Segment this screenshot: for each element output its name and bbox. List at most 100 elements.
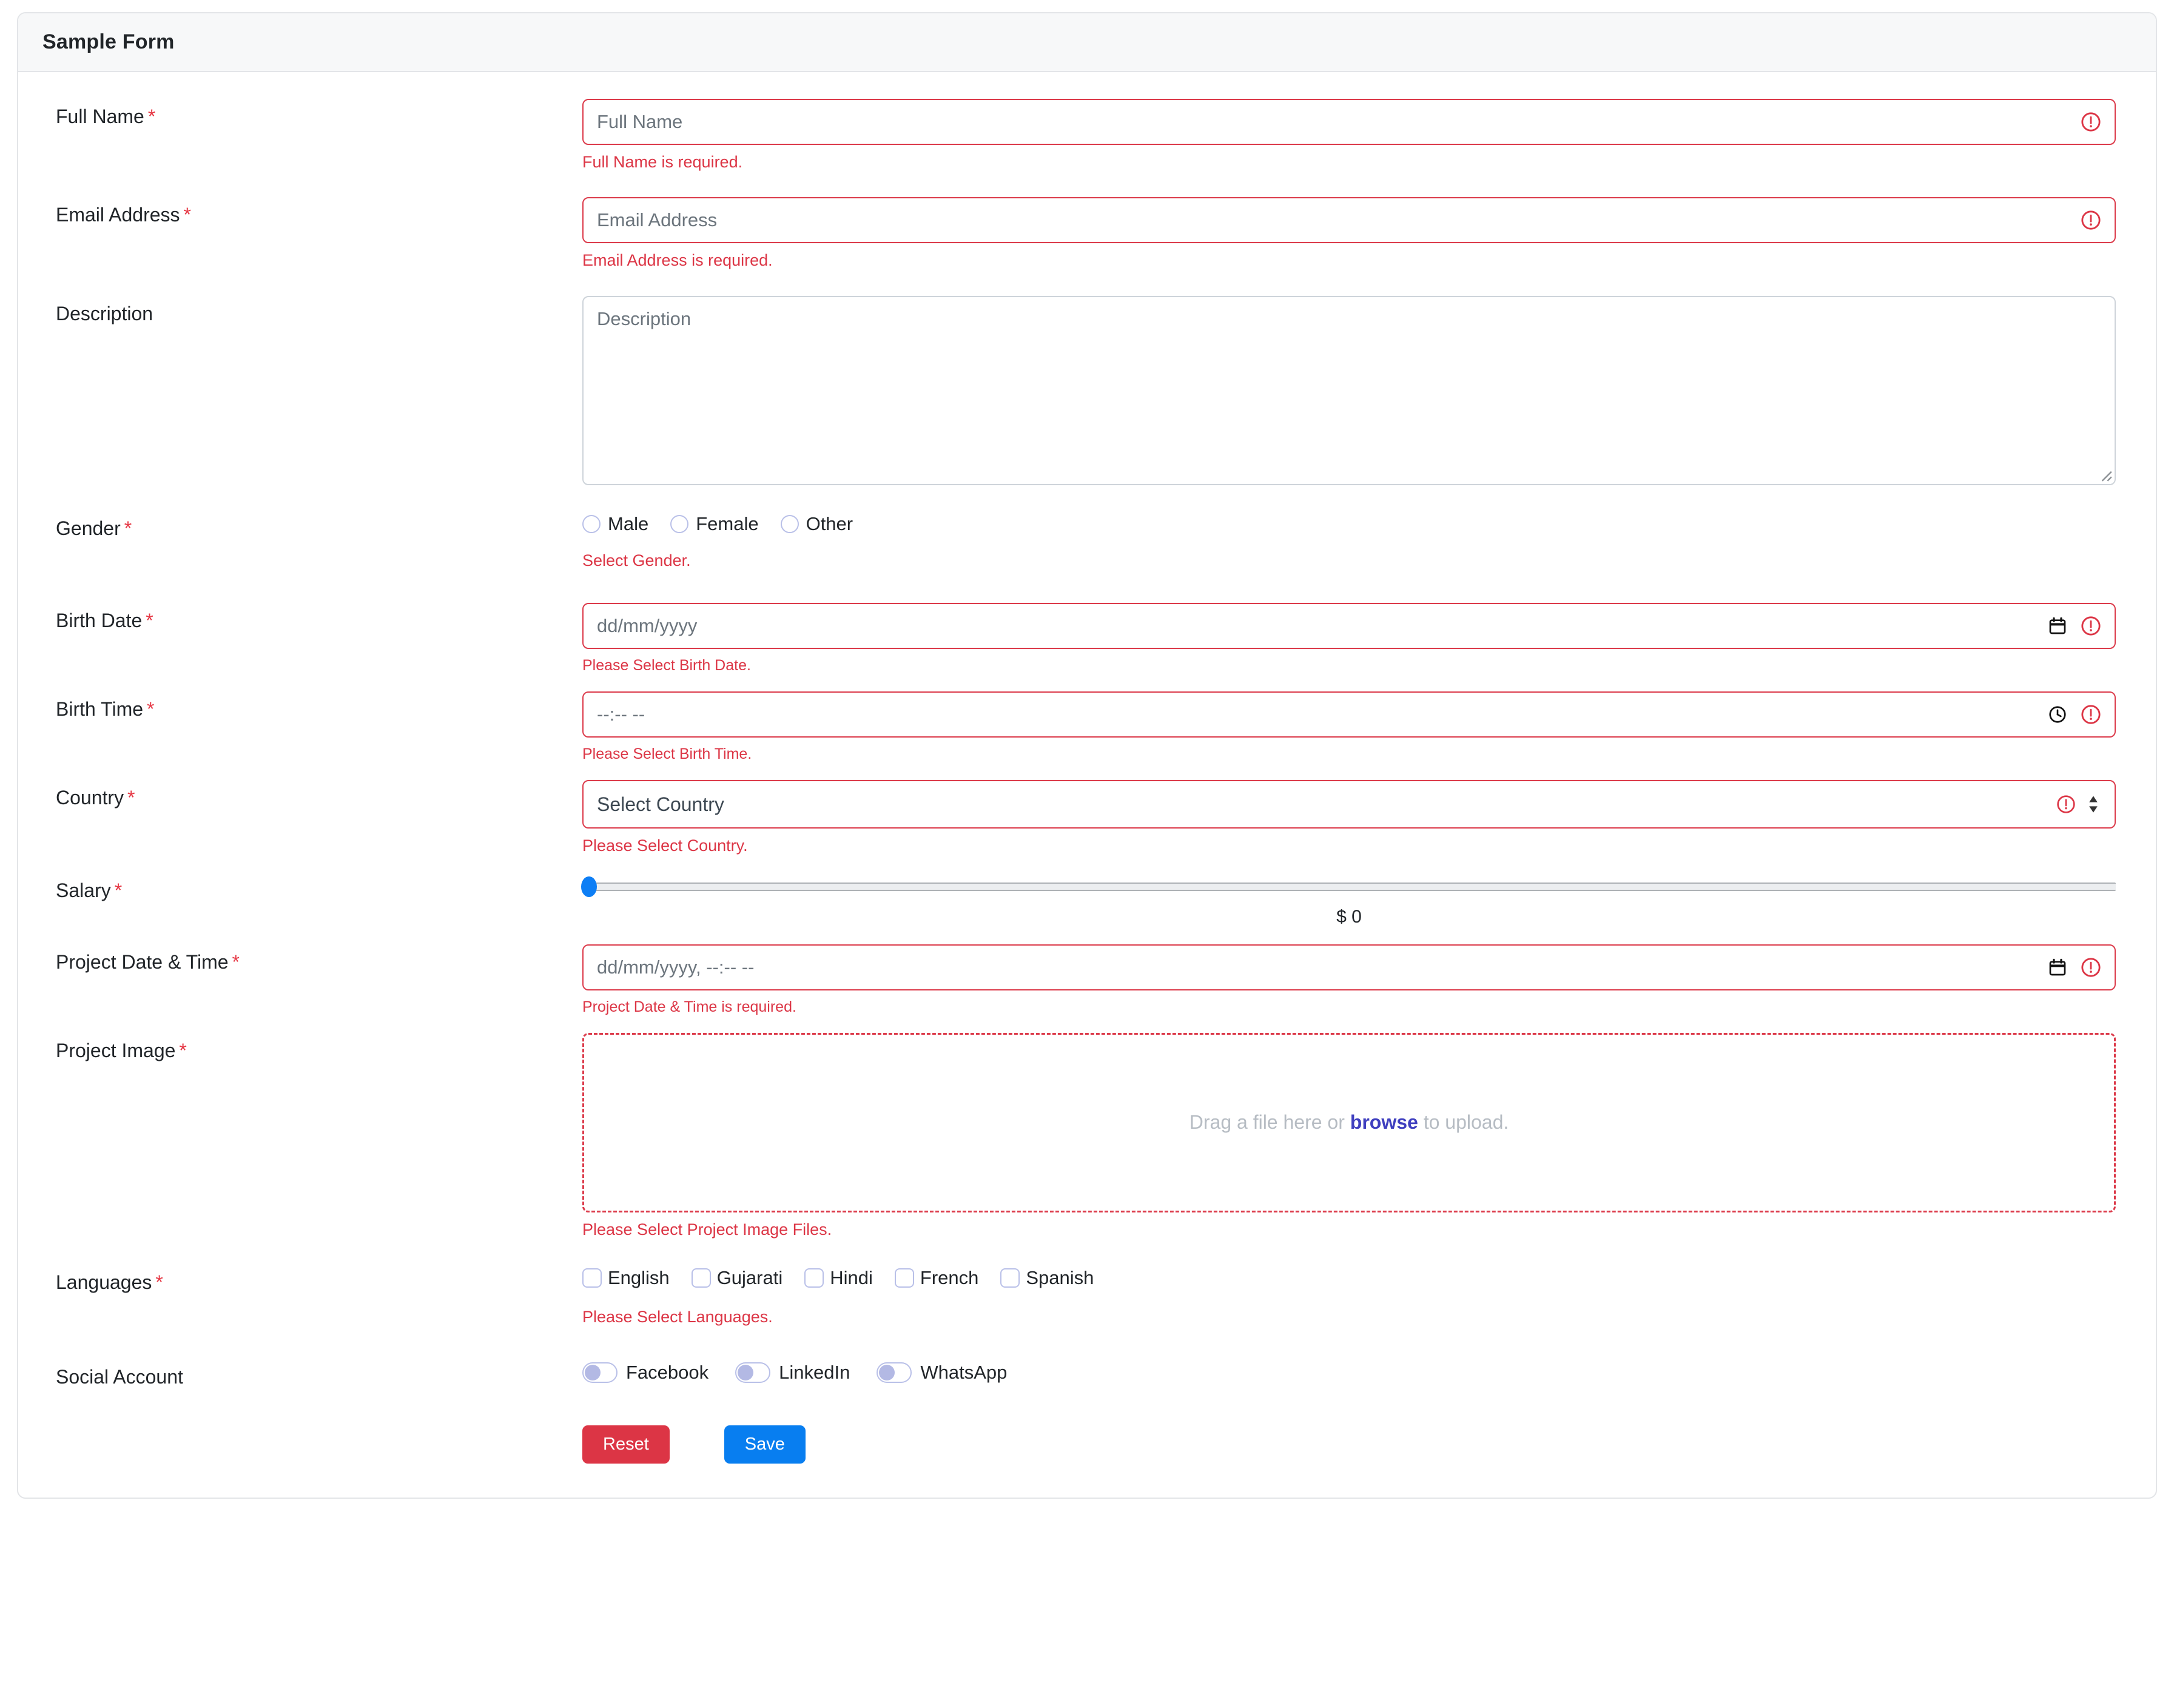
gender-label: Gender [56,517,121,539]
full-name-input[interactable] [582,99,2116,145]
birth-time-error: Please Select Birth Time. [582,745,752,763]
radio-icon[interactable] [582,514,601,533]
field-row-project-image: Project Image * Drag a file here or brows… [42,1032,2132,1239]
required-asterisk: * [155,1271,163,1293]
full-name-label: Full Name [56,106,144,127]
birth-date-error: Please Select Birth Date. [582,657,751,674]
description-label: Description [56,302,153,324]
radio-icon[interactable] [670,514,689,533]
browse-link[interactable]: browse [1350,1111,1418,1133]
language-option-gujarati[interactable]: Gujarati [691,1266,783,1289]
label-col-social-account: Social Account [42,1359,582,1388]
field-row-social-account: Social Account Facebook LinkedIn WhatsAp… [42,1359,2132,1388]
page-title: Sample Form [42,30,175,53]
required-asterisk: * [124,517,132,539]
checkbox-icon[interactable] [582,1268,602,1288]
social-account-toggle-group: Facebook LinkedIn WhatsApp [582,1359,2116,1384]
social-option-label: WhatsApp [920,1362,1008,1384]
label-col-description: Description [42,296,582,325]
country-select[interactable]: Select Country [582,780,2116,829]
sample-form-card: Sample Form Full Name* Full Name is requ… [17,12,2157,1499]
dropzone-suffix: to upload. [1418,1111,1509,1134]
language-option-english[interactable]: English [582,1267,670,1289]
field-col-actions: Reset Save [582,1422,2132,1464]
email-input-wrap [582,197,2116,244]
social-toggle-facebook[interactable]: Facebook [582,1362,708,1384]
gender-option-label: Male [608,513,649,534]
country-selected-value: Select Country [597,793,724,815]
toggle-switch-icon[interactable] [582,1362,618,1384]
field-col-country: Select Country Please Select Country. [582,780,2132,855]
country-label: Country [56,787,124,809]
birth-time-input-wrap [582,691,2116,738]
field-col-gender: Male Female Other Select Gender. [582,511,2132,570]
label-col-languages: Languages * [42,1265,582,1294]
gender-error: Select Gender. [582,551,691,570]
description-textarea-wrap [582,295,2116,485]
label-col-birth-date: Birth Date * [42,603,582,632]
radio-icon[interactable] [780,514,799,533]
country-select-wrap: Select Country [582,780,2116,829]
language-option-spanish[interactable]: Spanish [1000,1267,1094,1289]
gender-option-female[interactable]: Female [670,513,759,535]
gender-radio-group: Male Female Other [582,511,2116,535]
card-header: Sample Form [18,13,2156,72]
field-col-description [582,295,2132,485]
required-asterisk: * [232,950,240,973]
birth-date-input[interactable] [582,603,2116,650]
toggle-switch-icon[interactable] [735,1362,771,1384]
required-asterisk: * [114,879,123,901]
field-col-birth-date: Please Select Birth Date. [582,603,2132,674]
project-datetime-label: Project Date & Time [56,950,229,973]
toggle-knob [738,1365,754,1381]
checkbox-icon[interactable] [1000,1268,1020,1288]
project-image-label: Project Image [56,1039,176,1061]
checkbox-icon[interactable] [804,1268,824,1288]
language-option-label: English [608,1266,670,1288]
full-name-error: Full Name is required. [582,153,743,171]
salary-label: Salary [56,879,111,901]
field-row-full-name: Full Name* Full Name is required. [42,99,2132,172]
gender-option-label: Other [806,513,853,534]
description-textarea[interactable] [582,295,2116,485]
label-col-actions [42,1422,582,1428]
project-datetime-input[interactable] [582,944,2116,990]
salary-slider[interactable] [581,876,2116,897]
field-col-social-account: Facebook LinkedIn WhatsApp [582,1359,2132,1384]
label-col-birth-time: Birth Time * [42,691,582,721]
toggle-knob [879,1365,895,1381]
gender-option-other[interactable]: Other [780,513,853,535]
birth-time-input[interactable] [582,691,2116,738]
field-col-languages: English Gujarati Hindi French Spanish Pl… [582,1265,2132,1326]
field-row-project-datetime: Project Date & Time* Project Date & Time… [42,944,2132,1016]
reset-button[interactable]: Reset [582,1425,670,1464]
language-option-hindi[interactable]: Hindi [804,1267,873,1289]
language-option-label: Spanish [1026,1266,1094,1288]
checkbox-icon[interactable] [894,1268,914,1288]
field-row-salary: Salary * $ 0 [42,873,2132,927]
field-row-email: Email Address* Email Address is required… [42,197,2132,270]
email-field[interactable] [582,197,2116,244]
project-image-dropzone[interactable]: Drag a file here or browse to upload. [582,1032,2116,1212]
label-col-email: Email Address * [42,197,582,226]
field-row-birth-date: Birth Date* Please Select Birth Date. [42,603,2132,674]
toggle-switch-icon[interactable] [877,1362,912,1384]
checkbox-icon[interactable] [691,1268,711,1288]
gender-option-male[interactable]: Male [582,513,648,535]
language-option-label: French [920,1266,979,1288]
language-option-french[interactable]: French [894,1266,979,1289]
field-col-salary: $ 0 [581,873,2132,927]
label-col-salary: Salary * [42,873,582,902]
slider-thumb[interactable] [581,876,597,897]
field-row-description: Description [42,295,2132,485]
social-toggle-whatsapp[interactable]: WhatsApp [877,1362,1007,1384]
label-col-country: Country * [42,780,582,809]
language-option-label: Gujarati [716,1266,783,1288]
required-asterisk: * [146,610,153,632]
languages-error: Please Select Languages. [582,1307,773,1326]
social-toggle-linkedin[interactable]: LinkedIn [735,1362,850,1384]
toggle-knob [585,1365,601,1381]
save-button[interactable]: Save [724,1425,806,1464]
chevron-updown-icon[interactable] [2087,794,2100,815]
country-error: Please Select Country. [582,836,748,855]
